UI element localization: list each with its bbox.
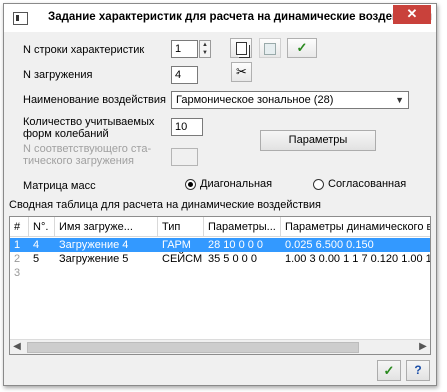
dialog-window: Задание характеристик для расчета на дин… [3, 3, 437, 386]
row-load-name: Загружение 4 [59, 239, 129, 251]
help-button[interactable]: ? [406, 360, 430, 381]
apply-button[interactable]: ✓ [287, 38, 317, 58]
action-select[interactable]: Гармоническое зональное (28) ▼ [171, 91, 409, 109]
row-type: СЕЙСМ [162, 253, 203, 265]
checkmark-icon: ✓ [383, 363, 395, 378]
load-number-input[interactable]: 4 [171, 66, 198, 84]
scroll-thumb[interactable] [27, 342, 359, 353]
static-load-input[interactable] [171, 148, 198, 166]
mass-consistent-radio[interactable] [313, 179, 324, 190]
scroll-right-icon[interactable]: ▶ [416, 340, 430, 354]
row-number-input[interactable]: 1 [171, 40, 198, 58]
delete-button[interactable]: ✂ [231, 62, 252, 82]
column-header-params[interactable]: Параметры... [204, 217, 281, 237]
column-header-dynamic-params[interactable]: Параметры динамического возд [281, 217, 430, 237]
row-number-label: N строки характеристик [23, 44, 145, 56]
paste-button[interactable] [259, 38, 281, 58]
row-dynamic-params: 0.025 6.500 0.150 [285, 239, 374, 251]
scroll-left-icon[interactable]: ◀ [10, 340, 24, 354]
mass-matrix-label: Матрица масс [23, 180, 96, 192]
spin-up-icon[interactable]: ▲ [200, 41, 210, 49]
chevron-down-icon: ▼ [395, 95, 404, 105]
table-row[interactable]: 2 5 Загружение 5 СЕЙСМ 35 5 0 0 0 1.00 3… [10, 252, 430, 266]
close-button[interactable]: ✕ [393, 5, 431, 24]
row-number-spinner[interactable]: ▲ ▼ [199, 40, 211, 58]
mass-diagonal-radio[interactable] [185, 179, 196, 190]
paste-icon [264, 43, 276, 55]
row-load-number: 5 [33, 253, 40, 265]
static-load-label-1: N соответствующего ста- [23, 143, 152, 155]
help-icon: ? [414, 363, 422, 377]
horizontal-scrollbar[interactable]: ◀ ▶ [10, 339, 430, 354]
modes-count-label-2: форм колебаний [23, 128, 109, 140]
static-load-label-2: тического загружения [23, 155, 134, 167]
copy-icon [235, 42, 247, 55]
column-header-type[interactable]: Тип [158, 217, 204, 237]
checkmark-icon: ✓ [296, 40, 308, 55]
column-header-name[interactable]: Имя загруже... [55, 217, 158, 237]
title-bar: Задание характеристик для расчета на дин… [4, 4, 436, 32]
modes-count-input[interactable]: 10 [171, 118, 203, 136]
scissors-icon: ✂ [236, 64, 247, 79]
table-row[interactable]: 1 4 Загружение 4 ГАРМ 28 10 0 0 0 0.025 … [10, 238, 430, 252]
row-index: 2 [14, 253, 21, 265]
window-title: Задание характеристик для расчета на дин… [48, 11, 432, 23]
row-index: 1 [14, 239, 21, 251]
row-params: 35 5 0 0 0 [208, 253, 257, 265]
mass-diagonal-label[interactable]: Диагональная [200, 178, 272, 190]
action-name-label: Наименование воздействия [23, 94, 166, 106]
load-number-label: N загружения [23, 69, 93, 81]
row-load-name: Загружение 5 [59, 253, 129, 265]
row-params: 28 10 0 0 0 [208, 239, 264, 251]
table-row[interactable]: 3 [10, 266, 430, 280]
mass-consistent-label[interactable]: Согласованная [328, 178, 406, 190]
column-header-number[interactable]: N°. [29, 217, 55, 237]
table-caption: Сводная таблица для расчета на динамичес… [9, 199, 321, 211]
window-icon [13, 12, 28, 25]
row-type: ГАРМ [162, 239, 191, 251]
row-load-number: 4 [33, 239, 40, 251]
summary-table[interactable]: # N°. Имя загруже... Тип Параметры... Па… [9, 216, 431, 355]
parameters-button[interactable]: Параметры [260, 130, 376, 151]
copy-button[interactable] [230, 38, 252, 58]
row-dynamic-params: 1.00 3 0.00 1 1 7 0.120 1.00 1.00 [285, 253, 430, 265]
ok-button[interactable]: ✓ [377, 360, 401, 381]
modes-count-label-1: Количество учитываемых [23, 116, 155, 128]
row-index: 3 [14, 267, 21, 279]
column-header-index[interactable]: # [10, 217, 29, 237]
action-select-value: Гармоническое зональное (28) [176, 94, 334, 106]
spin-down-icon[interactable]: ▼ [200, 49, 210, 57]
